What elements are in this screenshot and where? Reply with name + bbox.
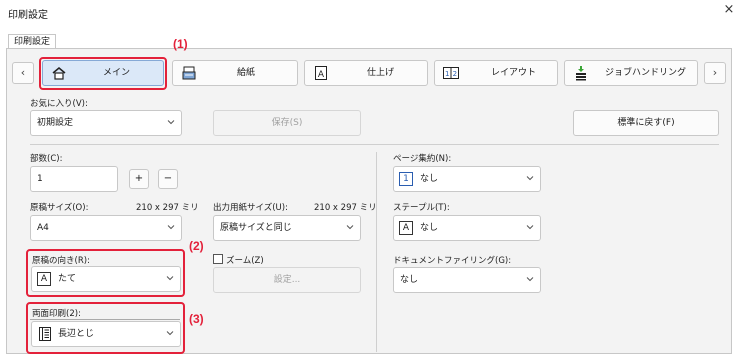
svg-text:A: A bbox=[318, 70, 325, 80]
copies-decrement-button[interactable]: − bbox=[158, 169, 178, 189]
tab-layout[interactable]: 1 2 レイアウト bbox=[434, 60, 558, 86]
document-filing-dropdown[interactable]: なし bbox=[393, 267, 541, 293]
save-button[interactable]: 保存(S) bbox=[213, 110, 361, 136]
close-icon[interactable]: × bbox=[721, 2, 737, 18]
zoom-settings-button[interactable]: 設定... bbox=[213, 267, 361, 293]
staple-label: ステープル(T): bbox=[393, 203, 450, 213]
tabs-prev-button[interactable]: ‹ bbox=[12, 62, 34, 84]
tab-job-handling[interactable]: ジョブハンドリング bbox=[564, 60, 698, 86]
chevron-down-icon bbox=[346, 225, 354, 230]
tab-finishing-label: 仕上げ bbox=[367, 68, 395, 78]
annotation-2: (2) bbox=[189, 239, 204, 253]
zoom-label: ズーム(Z) bbox=[226, 256, 264, 266]
highlight-box-3 bbox=[26, 302, 185, 354]
paper-tray-icon bbox=[182, 66, 196, 80]
document-filing-value: なし bbox=[400, 275, 419, 285]
column-divider bbox=[376, 152, 377, 352]
favorites-dropdown[interactable]: 初期設定 bbox=[30, 110, 182, 136]
output-size-value: 原稿サイズと同じ bbox=[220, 223, 292, 233]
highlight-box-1 bbox=[39, 57, 167, 90]
staple-dropdown[interactable]: A なし bbox=[393, 215, 541, 241]
staple-value: なし bbox=[420, 223, 439, 233]
document-filing-label: ドキュメントファイリング(G): bbox=[393, 256, 512, 266]
chevron-down-icon bbox=[526, 225, 534, 230]
copies-increment-button[interactable]: + bbox=[129, 169, 149, 189]
favorites-value: 初期設定 bbox=[37, 118, 74, 128]
chevron-down-icon bbox=[526, 176, 534, 181]
output-size-dropdown[interactable]: 原稿サイズと同じ bbox=[213, 215, 361, 241]
svg-text:2: 2 bbox=[453, 70, 457, 78]
reset-defaults-button[interactable]: 標準に戻す(F) bbox=[573, 110, 719, 136]
annotation-1: (1) bbox=[173, 37, 188, 51]
copies-label: 部数(C): bbox=[30, 154, 63, 164]
original-size-label: 原稿サイズ(O): bbox=[30, 203, 89, 213]
original-size-dims: 210 x 297 ミリ bbox=[136, 203, 199, 213]
original-size-value: A4 bbox=[37, 223, 49, 233]
n-up-page-icon: 1 bbox=[399, 172, 413, 186]
chevron-down-icon bbox=[167, 120, 175, 125]
favorites-label: お気に入り(V): bbox=[30, 99, 88, 109]
finishing-icon: A bbox=[315, 66, 327, 80]
layout-icon: 1 2 bbox=[443, 67, 459, 79]
n-up-dropdown[interactable]: 1 なし bbox=[393, 166, 541, 192]
chevron-right-icon: › bbox=[712, 66, 718, 79]
copies-input[interactable]: 1 bbox=[30, 166, 118, 192]
annotation-3: (3) bbox=[189, 312, 204, 326]
tab-job-handling-label: ジョブハンドリング bbox=[605, 68, 687, 78]
n-up-value: なし bbox=[420, 174, 439, 184]
original-size-dropdown[interactable]: A4 bbox=[30, 215, 182, 241]
svg-text:1: 1 bbox=[445, 70, 449, 78]
section-divider bbox=[30, 144, 719, 145]
zoom-checkbox[interactable] bbox=[213, 254, 223, 264]
tab-layout-label: レイアウト bbox=[491, 68, 537, 78]
chevron-left-icon: ‹ bbox=[20, 66, 26, 79]
output-size-label: 出力用紙サイズ(U): bbox=[213, 203, 288, 213]
tabs-next-button[interactable]: › bbox=[704, 62, 726, 84]
copies-value: 1 bbox=[37, 174, 43, 184]
tab-paper[interactable]: 給紙 bbox=[172, 60, 298, 86]
tab-finishing[interactable]: A 仕上げ bbox=[304, 60, 428, 86]
window-title: 印刷設定 bbox=[8, 10, 48, 21]
chevron-down-icon bbox=[526, 277, 534, 282]
chevron-down-icon bbox=[167, 225, 175, 230]
staple-page-icon: A bbox=[399, 221, 413, 235]
output-size-dims: 210 x 297 ミリ bbox=[314, 203, 377, 213]
tab-paper-label: 給紙 bbox=[237, 68, 256, 78]
tab-print-settings[interactable]: 印刷設定 bbox=[8, 34, 56, 49]
job-handling-icon bbox=[576, 66, 586, 81]
highlight-box-2 bbox=[26, 249, 185, 297]
n-up-label: ページ集約(N): bbox=[393, 154, 452, 164]
